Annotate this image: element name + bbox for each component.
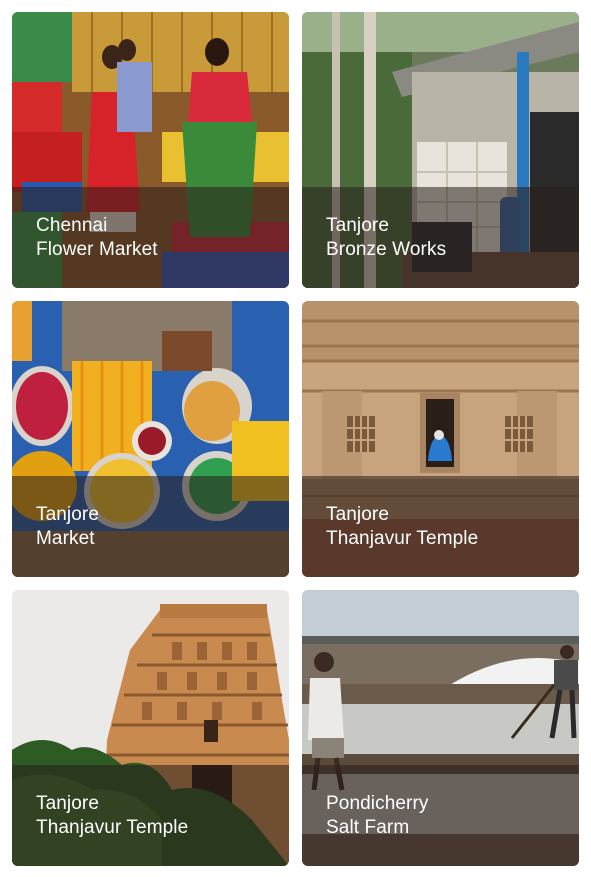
card-subject: Market (36, 528, 95, 549)
card-subject: Thanjavur Temple (326, 528, 479, 549)
card-location: Tanjore (36, 793, 100, 814)
card-title: Tanjore Market (36, 503, 99, 551)
card-title: Tanjore Bronze Works (326, 214, 446, 262)
destination-grid: Chennai Flower Market Tanjore Bronze Wor… (0, 0, 591, 877)
card-subject: Bronze Works (326, 239, 447, 260)
card-tanjore-temple-gopuram[interactable]: Tanjore Thanjavur Temple (12, 590, 289, 866)
card-title: Chennai Flower Market (36, 214, 158, 262)
card-chennai-flower-market[interactable]: Chennai Flower Market (12, 12, 289, 288)
card-title: Pondicherry Salt Farm (326, 792, 428, 840)
card-location: Tanjore (326, 215, 390, 236)
card-subject: Flower Market (36, 239, 158, 260)
card-title: Tanjore Thanjavur Temple (326, 503, 478, 551)
card-tanjore-bronze-works[interactable]: Tanjore Bronze Works (302, 12, 579, 288)
card-location: Pondicherry (326, 793, 429, 814)
card-location: Tanjore (36, 504, 100, 525)
card-pondicherry-salt-farm[interactable]: Pondicherry Salt Farm (302, 590, 579, 866)
card-tanjore-temple-wall[interactable]: Tanjore Thanjavur Temple (302, 301, 579, 577)
card-subject: Salt Farm (326, 817, 410, 838)
card-title: Tanjore Thanjavur Temple (36, 792, 188, 840)
card-subject: Thanjavur Temple (36, 817, 189, 838)
card-location: Chennai (36, 215, 108, 236)
card-location: Tanjore (326, 504, 390, 525)
card-tanjore-market[interactable]: Tanjore Market (12, 301, 289, 577)
